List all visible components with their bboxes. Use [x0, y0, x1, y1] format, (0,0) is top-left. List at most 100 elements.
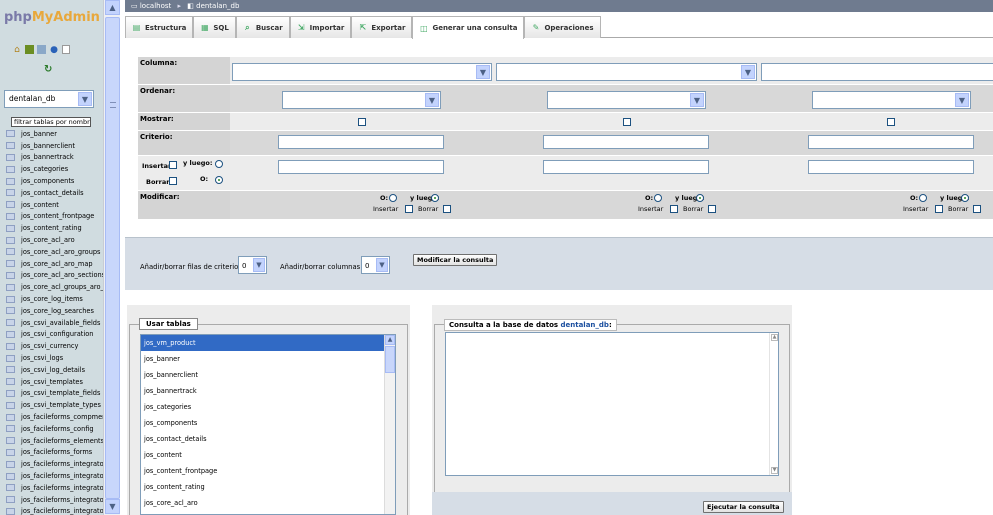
table-icon[interactable] — [6, 413, 15, 421]
sidebar-table-label[interactable]: jos_bannerclient — [21, 142, 75, 150]
sidebar-table-item[interactable]: jos_components — [6, 175, 103, 187]
criteria-input-4[interactable] — [278, 160, 444, 174]
use-table-option[interactable]: jos_content_frontpage — [141, 463, 395, 479]
table-icon[interactable] — [6, 507, 15, 515]
use-table-option[interactable]: jos_components — [141, 415, 395, 431]
table-icon[interactable] — [6, 330, 15, 338]
listbox-scrollbar[interactable]: ▲ — [384, 335, 395, 514]
tab-importar[interactable]: ⇲ Importar — [289, 16, 352, 38]
table-icon[interactable] — [6, 142, 15, 150]
delete-col-checkbox[interactable] — [443, 205, 451, 213]
scrollbar-thumb[interactable] — [385, 346, 395, 373]
table-icon[interactable] — [6, 153, 15, 161]
column-select-1[interactable]: ▼ — [232, 63, 492, 81]
table-icon[interactable] — [6, 271, 15, 279]
sidebar-table-item[interactable]: jos_core_acl_aro_map — [6, 258, 103, 270]
sidebar-table-label[interactable]: jos_core_acl_aro — [21, 236, 75, 244]
textarea-scrollbar[interactable]: ▲ ▼ — [769, 333, 778, 475]
sql-icon[interactable] — [25, 45, 34, 54]
phpmyadmin-logo[interactable]: phpMyAdmin — [4, 10, 100, 25]
table-icon[interactable] — [6, 201, 15, 209]
table-icon[interactable] — [6, 354, 15, 362]
sidebar-table-item[interactable]: jos_core_acl_aro_groups — [6, 246, 103, 258]
scroll-up-button[interactable]: ▲ — [105, 0, 120, 15]
or-radio[interactable] — [654, 194, 662, 202]
tab-estructura[interactable]: ▤ Estructura — [125, 16, 194, 38]
sidebar-table-label[interactable]: jos_facileforms_forms — [21, 448, 92, 456]
sidebar-table-label[interactable]: jos_components — [21, 177, 74, 185]
sidebar-table-item[interactable]: jos_csvi_template_types — [6, 399, 103, 411]
cols-select[interactable]: 0 ▼ — [361, 256, 390, 274]
sidebar-table-label[interactable]: jos_csvi_log_details — [21, 366, 85, 374]
sidebar-table-label[interactable]: jos_csvi_available_fields — [21, 319, 100, 327]
submit-query-button[interactable]: Ejecutar la consulta — [703, 501, 784, 513]
sidebar-table-item[interactable]: jos_core_acl_aro_sections — [6, 270, 103, 282]
sidebar-table-item[interactable]: jos_core_log_searches — [6, 305, 103, 317]
table-icon[interactable] — [6, 319, 15, 327]
sidebar-table-item[interactable]: jos_facileforms_integrator — [6, 494, 103, 506]
tab-sql[interactable]: ▦ SQL — [193, 16, 236, 38]
delete-col-checkbox[interactable] — [708, 205, 716, 213]
table-icon[interactable] — [6, 448, 15, 456]
table-icon[interactable] — [6, 389, 15, 397]
table-icon[interactable] — [6, 366, 15, 374]
table-icon[interactable] — [6, 295, 15, 303]
tab-exportar[interactable]: ⇱ Exportar — [351, 16, 413, 38]
show-checkbox-1[interactable] — [358, 118, 366, 126]
table-icon[interactable] — [6, 496, 15, 504]
sidebar-table-item[interactable]: jos_facileforms_elements — [6, 435, 103, 447]
sidebar-table-label[interactable]: jos_facileforms_elements — [21, 437, 103, 445]
sidebar-table-label[interactable]: jos_core_acl_aro_map — [21, 260, 93, 268]
sidebar-table-label[interactable]: jos_core_log_items — [21, 295, 83, 303]
use-table-option[interactable]: jos_contact_details — [141, 431, 395, 447]
sidebar-table-label[interactable]: jos_content_frontpage — [21, 212, 94, 220]
sidebar-table-label[interactable]: jos_csvi_templates — [21, 378, 83, 386]
sidebar-table-item[interactable]: jos_csvi_configuration — [6, 329, 103, 341]
table-icon[interactable] — [6, 307, 15, 315]
criteria-input-3[interactable] — [808, 135, 974, 149]
table-icon[interactable] — [6, 425, 15, 433]
sidebar-table-label[interactable]: jos_core_log_searches — [21, 307, 94, 315]
or-radio[interactable] — [215, 176, 223, 184]
table-icon[interactable] — [6, 484, 15, 492]
and-radio[interactable] — [696, 194, 704, 202]
sidebar-table-item[interactable]: jos_csvi_templates — [6, 376, 103, 388]
show-checkbox-2[interactable] — [623, 118, 631, 126]
sidebar-table-label[interactable]: jos_core_acl_groups_aro_map — [21, 283, 103, 291]
use-table-option[interactable]: jos_vm_product — [141, 335, 395, 351]
use-table-option[interactable]: jos_core_acl_aro — [141, 495, 395, 511]
sidebar-table-item[interactable]: jos_facileforms_config — [6, 423, 103, 435]
table-icon[interactable] — [6, 130, 15, 138]
use-table-option[interactable]: jos_content_rating — [141, 479, 395, 495]
sidebar-table-label[interactable]: jos_csvi_logs — [21, 354, 63, 362]
docs-icon[interactable]: ● — [49, 45, 59, 55]
criteria-input-6[interactable] — [808, 160, 974, 174]
scroll-up-button[interactable]: ▲ — [771, 334, 778, 341]
sidebar-table-label[interactable]: jos_facileforms_integrator — [21, 460, 103, 468]
table-icon[interactable] — [6, 283, 15, 291]
sidebar-table-item[interactable]: jos_core_acl_aro — [6, 234, 103, 246]
tab-buscar[interactable]: ⌕ Buscar — [235, 16, 290, 38]
sidebar-table-item[interactable]: jos_facileforms_integrator — [6, 482, 103, 494]
sidebar-table-item[interactable]: jos_content — [6, 199, 103, 211]
database-select[interactable]: dentalan_db ▼ — [4, 90, 94, 108]
or-radio[interactable] — [389, 194, 397, 202]
table-icon[interactable] — [6, 342, 15, 350]
sidebar-table-label[interactable]: jos_banner — [21, 130, 57, 138]
sidebar-table-item[interactable]: jos_facileforms_integrator — [6, 506, 103, 515]
delete-row-checkbox[interactable] — [169, 177, 177, 185]
breadcrumb-server[interactable]: localhost — [140, 2, 171, 10]
sidebar-table-label[interactable]: jos_facileforms_integrator — [21, 507, 103, 515]
home-icon[interactable]: ⌂ — [12, 45, 22, 55]
delete-col-checkbox[interactable] — [973, 205, 981, 213]
table-icon[interactable] — [6, 260, 15, 268]
insert-col-checkbox[interactable] — [935, 205, 943, 213]
use-tables-listbox[interactable]: jos_vm_product jos_banner jos_bannerclient… — [140, 334, 396, 515]
column-select-2[interactable]: ▼ — [496, 63, 757, 81]
order-select-3[interactable]: ▼ — [812, 91, 971, 109]
and-radio[interactable] — [431, 194, 439, 202]
sidebar-table-label[interactable]: jos_csvi_template_fields — [21, 389, 100, 397]
table-icon[interactable] — [6, 460, 15, 468]
sidebar-table-item[interactable]: jos_csvi_log_details — [6, 364, 103, 376]
table-icon[interactable] — [6, 212, 15, 220]
